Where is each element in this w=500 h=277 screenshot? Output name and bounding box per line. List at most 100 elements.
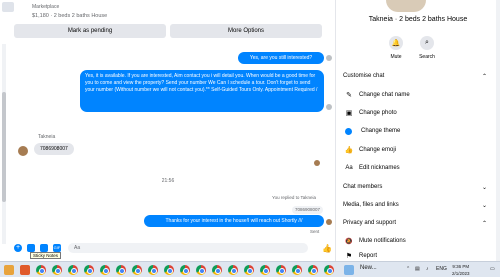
change-theme-item[interactable]: Change theme	[343, 124, 493, 138]
chevron-up-icon: ⌃	[481, 221, 487, 227]
item-label: Change emoji	[359, 147, 397, 153]
message-incoming[interactable]: 7086908007	[34, 143, 74, 155]
section-label: Chat members	[343, 184, 383, 190]
tray-chevron-icon[interactable]: ⌃	[406, 266, 410, 272]
seen-avatar	[314, 160, 320, 166]
panel-scrollbar[interactable]	[496, 0, 500, 261]
item-label: Change theme	[361, 128, 401, 134]
chrome-icon[interactable]	[308, 265, 318, 275]
screen: Marketplace $1,180 · 2 beds 2 baths Hous…	[0, 0, 500, 277]
chrome-icon[interactable]	[36, 265, 46, 275]
item-label: Report	[359, 253, 378, 259]
chrome-icon[interactable]	[180, 265, 190, 275]
edit-nicknames-item[interactable]: Aa Edit nicknames	[343, 161, 493, 175]
message-outgoing[interactable]: Yes, it is available. If you are interes…	[80, 70, 324, 112]
contact-avatar[interactable]	[18, 146, 28, 156]
start-icon[interactable]	[4, 265, 14, 275]
chevron-up-icon: ⌃	[481, 74, 487, 80]
privacy-support-header[interactable]: Privacy and support ⌃	[343, 220, 493, 227]
chrome-icon[interactable]	[292, 265, 302, 275]
chrome-icon[interactable]	[100, 265, 110, 275]
notification-icon[interactable]: ▭	[490, 266, 495, 272]
chrome-icon[interactable]	[324, 265, 334, 275]
section-label: Customise chat	[343, 73, 385, 79]
search-label: Search	[419, 54, 435, 60]
sticker-icon[interactable]	[40, 244, 48, 252]
seen-check-icon	[326, 104, 332, 110]
chat-scrollbar-thumb[interactable]	[2, 92, 6, 202]
chrome-icon[interactable]	[260, 265, 270, 275]
sent-status: Sent	[310, 229, 320, 234]
tooltip: Sticky Notes	[30, 252, 62, 259]
seen-avatar	[326, 219, 332, 225]
chrome-icon[interactable]	[164, 265, 174, 275]
change-emoji-item[interactable]: 👍 Change emoji	[343, 143, 493, 157]
mute-label: Mute	[390, 54, 402, 60]
chrome-icon[interactable]	[52, 265, 62, 275]
change-photo-item[interactable]: ▣ Change photo	[343, 106, 493, 120]
sender-name: Takneia	[38, 134, 56, 140]
chat-info-panel: Takneia · 2 beds 2 baths House 🔔 Mute ⌕ …	[336, 0, 500, 261]
chat-header: Marketplace $1,180 · 2 beds 2 baths Hous…	[0, 0, 336, 24]
marketplace-icon	[2, 2, 14, 12]
photo-icon: ▣	[345, 110, 353, 117]
section-label: Media, files and links	[343, 202, 399, 208]
pencil-icon: ✎	[346, 92, 352, 99]
chevron-down-icon: ⌄	[481, 203, 487, 209]
language-indicator[interactable]: ENG	[436, 266, 447, 272]
mute-bell-icon[interactable]: 🔔	[389, 36, 403, 50]
item-label: Change chat name	[359, 92, 410, 98]
image-icon[interactable]	[27, 244, 35, 252]
section-label: Privacy and support	[343, 220, 397, 226]
chrome-icon[interactable]	[68, 265, 78, 275]
theme-icon	[345, 127, 352, 135]
report-icon: ⚑	[345, 253, 353, 260]
quoted-message[interactable]: 7086908007	[292, 206, 324, 214]
media-files-header[interactable]: Media, files and links ⌄	[343, 202, 493, 209]
clock-date: 2/1/2023	[452, 271, 470, 276]
volume-icon[interactable]: ♪	[426, 266, 429, 272]
chrome-icon[interactable]	[244, 265, 254, 275]
more-options-button[interactable]: More Options	[170, 24, 322, 38]
chrome-icon[interactable]	[84, 265, 94, 275]
item-label: Change photo	[359, 110, 397, 116]
listing-actions: Mark as pending More Options	[14, 24, 322, 40]
search-icon[interactable]: ⌕	[420, 36, 434, 50]
mark-pending-button[interactable]: Mark as pending	[14, 24, 166, 38]
listing-title[interactable]: $1,180 · 2 beds 2 baths House	[32, 13, 107, 19]
chrome-icon[interactable]	[132, 265, 142, 275]
message-timestamp: 21:56	[161, 178, 175, 184]
gif-icon[interactable]: GIF	[53, 244, 61, 252]
marketplace-label: Marketplace	[32, 4, 60, 10]
message-input[interactable]: Aa	[68, 243, 308, 253]
chrome-icon[interactable]	[148, 265, 158, 275]
chat-members-header[interactable]: Chat members ⌄	[343, 184, 493, 191]
news-widget[interactable]: New...	[360, 265, 377, 271]
chrome-icon[interactable]	[228, 265, 238, 275]
chrome-icon[interactable]	[212, 265, 222, 275]
aa-icon: Aa	[345, 165, 353, 171]
message-outgoing[interactable]: Thanks for your interest in the house!I …	[144, 215, 324, 227]
clock-time: 9:36 PM	[452, 264, 470, 269]
network-icon[interactable]: ▤	[415, 266, 420, 272]
chrome-icon[interactable]	[116, 265, 126, 275]
thumbs-up-icon[interactable]: 👍	[322, 244, 332, 253]
thumbs-up-icon: 👍	[344, 147, 354, 154]
panel-title: Takneia · 2 beds 2 baths House	[368, 16, 468, 23]
seen-check-icon	[326, 55, 332, 61]
item-label: Mute notifications	[359, 238, 406, 244]
report-item[interactable]: ⚑ Report	[343, 249, 493, 261]
item-label: Edit nicknames	[359, 165, 400, 171]
message-outgoing[interactable]: Yes, are you still interested?	[238, 52, 324, 64]
chrome-icon[interactable]	[196, 265, 206, 275]
app-icon[interactable]	[20, 265, 30, 275]
weather-icon[interactable]	[344, 265, 354, 275]
change-chat-name-item[interactable]: ✎ Change chat name	[343, 88, 493, 102]
mute-notifications-item[interactable]: 🔕 Mute notifications	[343, 234, 493, 248]
system-clock[interactable]: 9:36 PM 2/1/2023	[452, 263, 470, 277]
replied-to-label: You replied to Takneia	[272, 195, 317, 200]
customise-chat-header[interactable]: Customise chat ⌃	[343, 73, 493, 80]
chrome-icon[interactable]	[276, 265, 286, 275]
bell-mute-icon: 🔕	[345, 238, 353, 245]
plus-icon[interactable]: +	[14, 244, 22, 252]
